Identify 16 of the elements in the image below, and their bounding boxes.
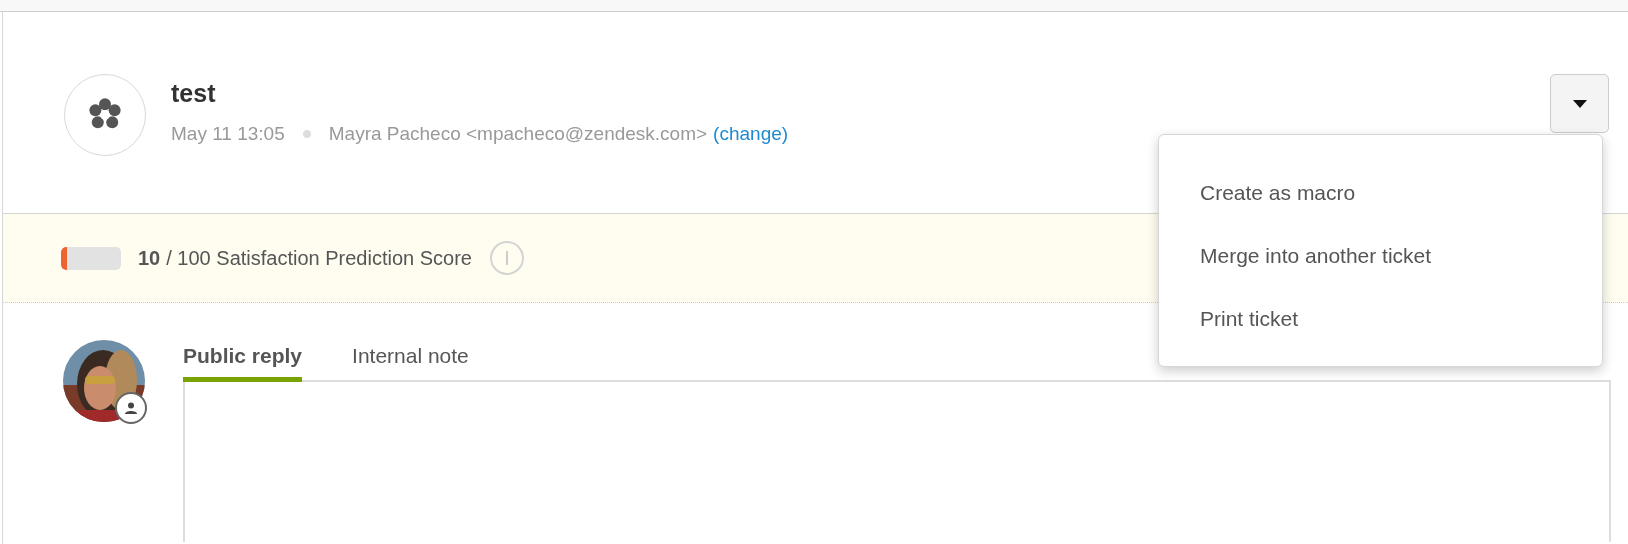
person-badge: [115, 392, 147, 424]
menu-item[interactable]: Create as macro: [1159, 161, 1602, 224]
menu-item[interactable]: Merge into another ticket: [1159, 224, 1602, 287]
ticket-date: May 11 13:05: [171, 122, 285, 146]
score-label: / 100 Satisfaction Prediction Score: [166, 246, 472, 271]
reply-textarea[interactable]: [183, 382, 1611, 542]
caret-icon: [1572, 99, 1587, 108]
info-icon[interactable]: [490, 241, 524, 275]
ticket-title: test: [171, 78, 217, 109]
score-value: 10: [138, 246, 161, 271]
change-link[interactable]: (change): [713, 120, 789, 149]
requester-text: Mayra Pacheco <mpacheco@zendesk.com>: [328, 122, 708, 146]
composer-tab[interactable]: Public reply: [183, 339, 303, 382]
menu-item[interactable]: Print ticket: [1159, 287, 1602, 350]
actions-dropdown-button[interactable]: [1550, 74, 1609, 133]
composer-tab[interactable]: Internal note: [352, 339, 469, 382]
